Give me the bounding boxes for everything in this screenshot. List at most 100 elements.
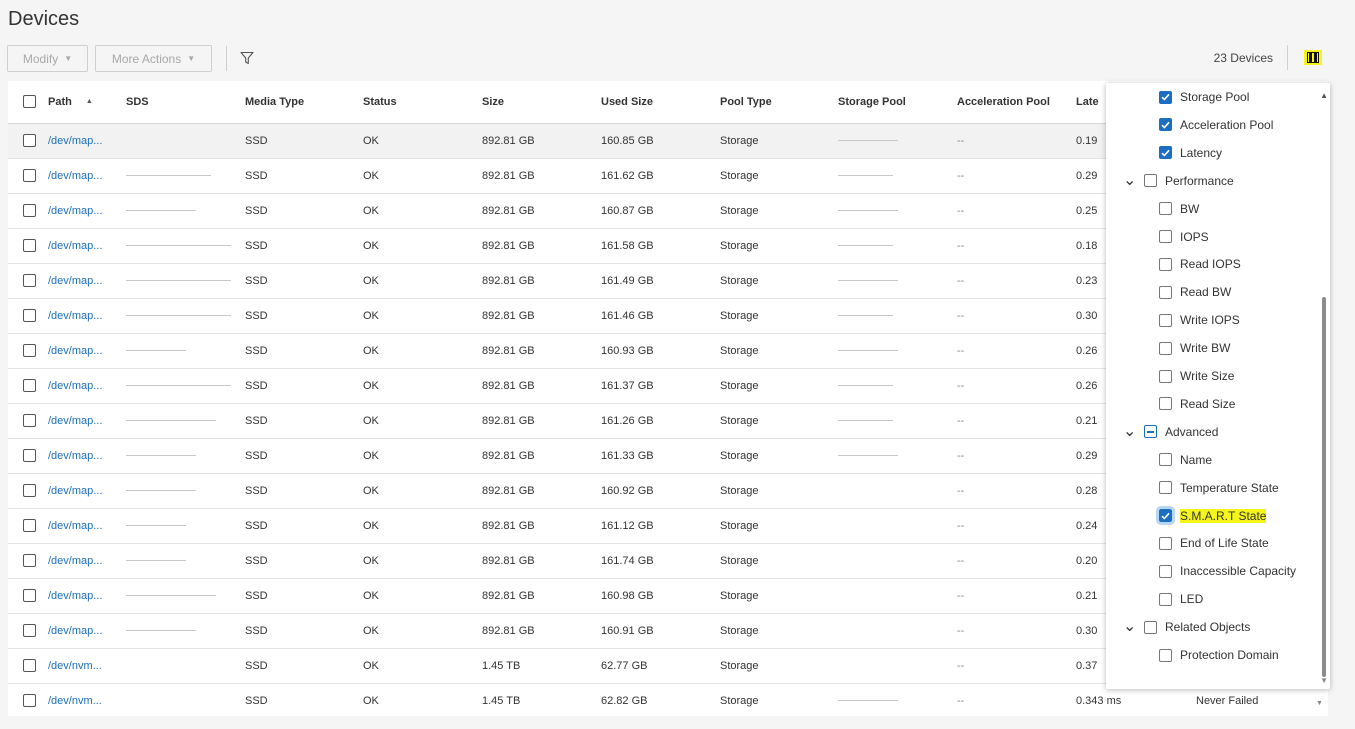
- header-path[interactable]: Path ▲: [48, 81, 126, 124]
- row-checkbox[interactable]: [23, 309, 36, 322]
- row-checkbox[interactable]: [23, 344, 36, 357]
- column-checkbox[interactable]: [1159, 90, 1172, 104]
- column-option-led[interactable]: LED: [1159, 588, 1203, 610]
- row-checkbox[interactable]: [23, 449, 36, 462]
- path-link[interactable]: /dev/map...: [48, 263, 126, 299]
- columns-icon[interactable]: [1304, 50, 1322, 65]
- column-option-bw[interactable]: BW: [1159, 198, 1199, 220]
- column-option-acceleration-pool[interactable]: Acceleration Pool: [1159, 114, 1273, 136]
- row-checkbox[interactable]: [23, 589, 36, 602]
- used-size-cell: 161.26 GB: [601, 403, 720, 439]
- column-option-latency[interactable]: Latency: [1159, 142, 1222, 164]
- path-link[interactable]: /dev/map...: [48, 158, 126, 194]
- row-checkbox[interactable]: [23, 554, 36, 567]
- column-option-read-bw[interactable]: Read BW: [1159, 281, 1231, 303]
- column-option-performance[interactable]: ⌄ Performance: [1123, 170, 1234, 192]
- column-checkbox[interactable]: [1159, 564, 1172, 578]
- column-checkbox[interactable]: [1159, 230, 1172, 243]
- column-option-write-iops[interactable]: Write IOPS: [1159, 309, 1240, 331]
- more-actions-button[interactable]: More Actions ▼: [95, 45, 212, 72]
- column-checkbox[interactable]: [1159, 257, 1172, 271]
- column-option-read-iops[interactable]: Read IOPS: [1159, 253, 1241, 275]
- column-checkbox[interactable]: [1159, 592, 1172, 606]
- column-option-write-bw[interactable]: Write BW: [1159, 337, 1230, 359]
- row-checkbox[interactable]: [23, 379, 36, 392]
- header-size[interactable]: Size: [482, 81, 601, 124]
- column-checkbox[interactable]: [1159, 369, 1172, 383]
- column-option-storage-pool[interactable]: Storage Pool: [1159, 86, 1249, 108]
- column-option-advanced[interactable]: ⌄ Advanced: [1123, 421, 1218, 443]
- scroll-up-icon[interactable]: ▲: [1320, 91, 1328, 100]
- panel-scrollbar[interactable]: ▲ ▼: [1320, 87, 1328, 685]
- path-link[interactable]: /dev/nvm...: [48, 648, 126, 684]
- chevron-down-icon[interactable]: ⌄: [1123, 423, 1137, 439]
- path-link[interactable]: /dev/map...: [48, 578, 126, 614]
- row-checkbox[interactable]: [23, 694, 36, 707]
- header-status[interactable]: Status: [363, 81, 482, 124]
- row-checkbox[interactable]: [23, 414, 36, 427]
- row-checkbox[interactable]: [23, 204, 36, 217]
- header-media-type[interactable]: Media Type: [245, 81, 363, 124]
- table-scroll-down-icon[interactable]: ▼: [1316, 700, 1323, 707]
- path-link[interactable]: /dev/map...: [48, 403, 126, 439]
- column-option-protection-domain[interactable]: Protection Domain: [1159, 644, 1279, 666]
- row-checkbox[interactable]: [23, 519, 36, 532]
- row-checkbox[interactable]: [23, 239, 36, 252]
- column-checkbox[interactable]: [1159, 146, 1172, 160]
- path-link[interactable]: /dev/map...: [48, 123, 126, 159]
- column-checkbox[interactable]: [1159, 313, 1172, 327]
- path-link[interactable]: /dev/nvm...: [48, 683, 126, 716]
- path-link[interactable]: /dev/map...: [48, 368, 126, 404]
- column-checkbox[interactable]: [1159, 397, 1172, 411]
- column-option-iops[interactable]: IOPS: [1159, 226, 1209, 248]
- header-pool-type[interactable]: Pool Type: [720, 81, 838, 124]
- path-link[interactable]: /dev/map...: [48, 333, 126, 369]
- scroll-thumb[interactable]: [1322, 297, 1326, 677]
- column-checkbox[interactable]: [1159, 118, 1172, 132]
- column-checkbox[interactable]: [1159, 536, 1172, 550]
- column-checkbox[interactable]: [1159, 202, 1172, 216]
- column-checkbox[interactable]: [1159, 648, 1172, 662]
- column-option-read-size[interactable]: Read Size: [1159, 393, 1235, 415]
- row-checkbox[interactable]: [23, 484, 36, 497]
- header-sds[interactable]: SDS: [126, 81, 245, 124]
- column-checkbox[interactable]: [1159, 453, 1172, 467]
- column-checkbox[interactable]: [1144, 620, 1157, 634]
- row-checkbox[interactable]: [23, 274, 36, 287]
- header-used-size[interactable]: Used Size: [601, 81, 720, 124]
- column-checkbox[interactable]: [1159, 341, 1172, 355]
- path-link[interactable]: /dev/map...: [48, 508, 126, 544]
- row-checkbox[interactable]: [23, 659, 36, 672]
- column-option-write-size[interactable]: Write Size: [1159, 365, 1234, 387]
- size-cell: 892.81 GB: [482, 473, 601, 509]
- path-link[interactable]: /dev/map...: [48, 438, 126, 474]
- column-option-name[interactable]: Name: [1159, 449, 1212, 471]
- column-option-end-of-life-state[interactable]: End of Life State: [1159, 532, 1269, 554]
- chevron-down-icon[interactable]: ⌄: [1123, 619, 1137, 635]
- scroll-down-icon[interactable]: ▼: [1320, 676, 1328, 685]
- column-option-related-objects[interactable]: ⌄ Related Objects: [1123, 616, 1250, 638]
- header-storage-pool[interactable]: Storage Pool: [838, 81, 957, 124]
- path-link[interactable]: /dev/map...: [48, 543, 126, 579]
- column-checkbox[interactable]: [1159, 285, 1172, 299]
- path-link[interactable]: /dev/map...: [48, 228, 126, 264]
- column-checkbox[interactable]: [1144, 425, 1157, 439]
- column-option-inaccessible-capacity[interactable]: Inaccessible Capacity: [1159, 560, 1296, 582]
- path-link[interactable]: /dev/map...: [48, 473, 126, 509]
- path-link[interactable]: /dev/map...: [48, 298, 126, 334]
- filter-icon[interactable]: [240, 51, 254, 65]
- chevron-down-icon[interactable]: ⌄: [1123, 172, 1137, 188]
- header-acceleration-pool[interactable]: Acceleration Pool: [957, 81, 1076, 124]
- row-checkbox[interactable]: [23, 134, 36, 147]
- path-link[interactable]: /dev/map...: [48, 193, 126, 229]
- row-checkbox[interactable]: [23, 169, 36, 182]
- column-option-s-m-a-r-t-state[interactable]: S.M.A.R.T State: [1156, 505, 1267, 527]
- column-checkbox[interactable]: [1159, 481, 1172, 495]
- column-checkbox[interactable]: [1144, 174, 1157, 188]
- column-option-temperature-state[interactable]: Temperature State: [1159, 477, 1279, 499]
- modify-button[interactable]: Modify ▼: [7, 45, 88, 72]
- column-checkbox[interactable]: [1156, 506, 1175, 525]
- select-all-checkbox[interactable]: [23, 95, 36, 109]
- path-link[interactable]: /dev/map...: [48, 613, 126, 649]
- row-checkbox[interactable]: [23, 624, 36, 637]
